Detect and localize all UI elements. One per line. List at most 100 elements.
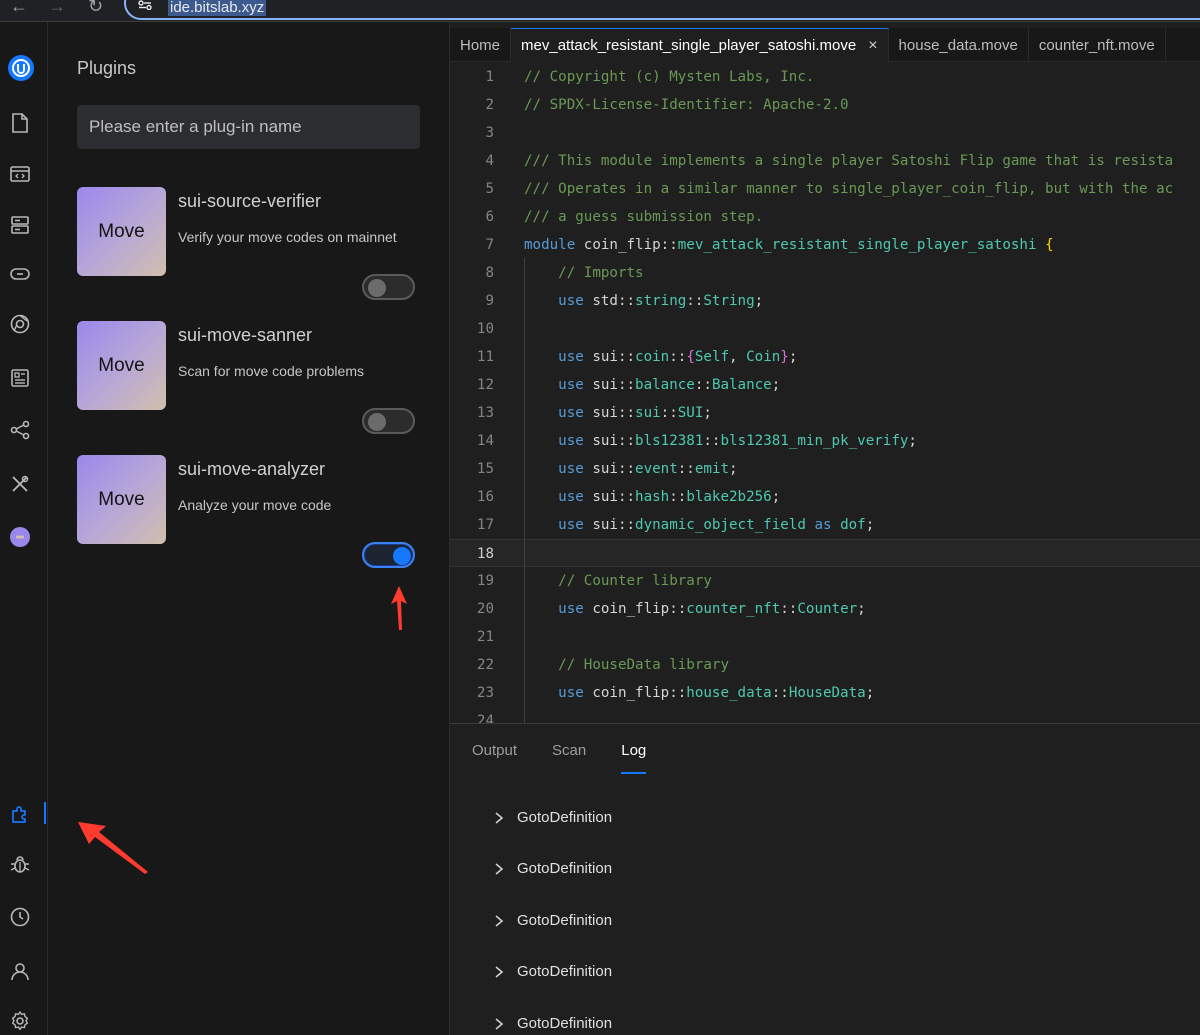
line-number: 4: [485, 153, 494, 169]
tab-log[interactable]: Log: [621, 742, 647, 774]
link-icon[interactable]: [8, 262, 32, 286]
line-number: 24: [476, 713, 494, 723]
code-line: 15 use sui::event::emit;: [450, 455, 1200, 483]
code-line: 1// Copyright (c) Mysten Labs, Inc.: [450, 63, 1200, 91]
site-settings-icon[interactable]: [138, 0, 152, 10]
plugin-enable-toggle[interactable]: [362, 274, 415, 300]
account-icon[interactable]: [8, 959, 32, 983]
tab-label: counter_nft.move: [1038, 36, 1155, 54]
chevron-right-icon: [495, 914, 504, 927]
chevron-right-icon: [495, 1017, 504, 1030]
log-entry-label: GotoDefinition: [517, 860, 613, 877]
panel-tabs: Output Scan Log: [472, 742, 681, 774]
code-line: 6/// a guess submission step.: [450, 203, 1200, 231]
tab-label: Home: [460, 36, 501, 54]
line-number: 1: [485, 69, 494, 85]
line-number: 14: [476, 433, 494, 449]
url-text[interactable]: ide.bitslab.xyz: [168, 0, 267, 16]
plugin-name: sui-move-analyzer: [178, 459, 326, 479]
code-line: 23 use coin_flip::house_data::HouseData;: [450, 679, 1200, 707]
line-number: 6: [485, 209, 494, 225]
address-bar[interactable]: ide.bitslab.xyz: [124, 0, 1200, 20]
code-line: 9 use std::string::String;: [450, 287, 1200, 315]
code-line: 4/// This module implements a single pla…: [450, 147, 1200, 175]
line-number: 7: [485, 237, 494, 253]
code-line: 16 use sui::hash::blake2b256;: [450, 483, 1200, 511]
move-avatar-icon[interactable]: [8, 525, 32, 549]
chevron-right-icon: [495, 811, 504, 824]
plugin-enable-toggle[interactable]: [362, 408, 415, 434]
code-line: 19 // Counter library: [450, 567, 1200, 595]
tab-home[interactable]: Home: [450, 28, 512, 62]
tools-icon[interactable]: [8, 472, 32, 496]
line-number: 17: [476, 517, 494, 533]
browser-icon[interactable]: [8, 312, 32, 336]
plugin-enable-toggle[interactable]: [362, 542, 415, 568]
file-explorer-icon[interactable]: [8, 111, 32, 135]
line-number: 13: [476, 405, 494, 421]
code-line: 7 module coin_flip::mev_attack_resistant_…: [450, 231, 1200, 259]
plugin-card: Move sui-move-sanner Scan for move code …: [77, 321, 422, 449]
plugin-name: sui-source-verifier: [178, 191, 322, 211]
code-line: 8 // Imports: [450, 259, 1200, 287]
plugin-search-input[interactable]: [77, 105, 420, 149]
close-icon[interactable]: ×: [868, 37, 877, 55]
plugin-description: Scan for move code problems: [178, 363, 364, 379]
tab-mev-attack-resistant[interactable]: mev_attack_resistant_single_player_satos…: [511, 28, 889, 62]
log-entry[interactable]: GotoDefinition: [492, 912, 612, 929]
history-icon[interactable]: [8, 905, 32, 929]
tab-label: mev_attack_resistant_single_player_satos…: [521, 37, 857, 54]
code-window-icon[interactable]: [8, 162, 32, 186]
log-entry-label: GotoDefinition: [517, 1015, 613, 1032]
tab-output[interactable]: Output: [472, 742, 517, 774]
tab-house-data[interactable]: house_data.move: [889, 28, 1029, 62]
app-logo-icon[interactable]: [7, 54, 34, 81]
code-line: 24: [450, 707, 1200, 723]
reload-icon[interactable]: ↻: [88, 0, 103, 17]
annotation-arrow-icon: [391, 586, 407, 630]
line-number: 16: [476, 489, 494, 505]
code-line: 11 use sui::coin::{Self, Coin};: [450, 343, 1200, 371]
editor-tabs: Home mev_attack_resistant_single_player_…: [450, 28, 1200, 62]
log-entry[interactable]: GotoDefinition: [492, 963, 612, 980]
toggle-knob: [368, 413, 386, 431]
code-line: 12 use sui::balance::Balance;: [450, 371, 1200, 399]
forward-arrow-icon[interactable]: →: [48, 0, 66, 17]
code-editor[interactable]: 1// Copyright (c) Mysten Labs, Inc. 2// …: [450, 62, 1200, 723]
document-list-icon[interactable]: [8, 366, 32, 390]
active-indicator: [44, 802, 46, 824]
code-line: 21: [450, 623, 1200, 651]
code-line: 3: [450, 119, 1200, 147]
activity-bar: [0, 22, 48, 1035]
annotation-arrow-icon: [78, 822, 148, 874]
line-number: 15: [476, 461, 494, 477]
log-entry-label: GotoDefinition: [517, 963, 613, 980]
code-line: 22 // HouseData library: [450, 651, 1200, 679]
tab-scan[interactable]: Scan: [552, 742, 586, 774]
code-line-current: 18: [450, 539, 1200, 567]
line-number: 19: [476, 573, 494, 589]
plugin-description: Analyze your move code: [178, 497, 332, 513]
code-line: 20 use coin_flip::counter_nft::Counter;: [450, 595, 1200, 623]
chevron-right-icon: [495, 862, 504, 875]
log-entry[interactable]: GotoDefinition: [492, 1015, 612, 1032]
server-icon[interactable]: [8, 213, 32, 237]
tab-label: house_data.move: [898, 36, 1018, 54]
code-line: 17 use sui::dynamic_object_field as dof;: [450, 511, 1200, 539]
debug-icon[interactable]: [8, 852, 32, 876]
plugins-icon[interactable]: [8, 802, 32, 826]
line-number: 20: [476, 601, 494, 617]
log-entry[interactable]: GotoDefinition: [492, 860, 612, 877]
plugin-logo: Move: [77, 321, 166, 410]
tab-counter-nft[interactable]: counter_nft.move: [1029, 28, 1166, 62]
plugins-panel: Plugins Move sui-source-verifier Verify …: [48, 22, 450, 1035]
log-entry[interactable]: GotoDefinition: [492, 809, 612, 826]
output-panel: Output Scan Log GotoDefinition GotoDefin…: [450, 723, 1200, 1035]
code-line: 14 use sui::bls12381::bls12381_min_pk_ve…: [450, 427, 1200, 455]
share-icon[interactable]: [8, 418, 32, 442]
code-line: 13 use sui::sui::SUI;: [450, 399, 1200, 427]
line-number: 22: [476, 657, 494, 673]
back-arrow-icon[interactable]: ←: [10, 0, 28, 17]
line-number: 3: [485, 125, 494, 141]
settings-gear-icon[interactable]: [8, 1009, 32, 1033]
